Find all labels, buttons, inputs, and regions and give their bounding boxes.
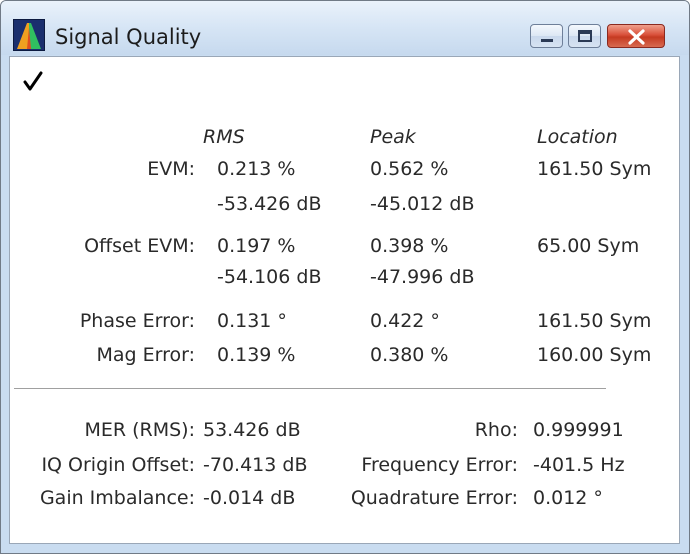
close-button[interactable] <box>607 24 665 48</box>
app-icon <box>12 18 46 52</box>
frequency-error-value: -401.5 Hz <box>533 454 625 476</box>
gain-imbalance-label: Gain Imbalance: <box>39 487 195 509</box>
evm-location: 161.50 Sym <box>537 158 652 180</box>
mag-error-peak: 0.380 % <box>370 344 449 366</box>
mer-label: MER (RMS): <box>84 419 195 441</box>
evm-peak-db: -45.012 dB <box>370 193 475 215</box>
rho-label: Rho: <box>474 419 518 441</box>
evm-label: EVM: <box>147 158 195 180</box>
phase-error-rms: 0.131 ° <box>217 310 287 332</box>
checkmark-icon <box>23 71 43 91</box>
offset-evm-rms-db: -54.106 dB <box>217 266 322 288</box>
iq-origin-offset-value: -70.413 dB <box>203 454 308 476</box>
maximize-icon <box>578 30 592 42</box>
offset-evm-peak-percent: 0.398 % <box>370 235 449 257</box>
header-location: Location <box>537 126 618 148</box>
phase-error-peak: 0.422 ° <box>370 310 440 332</box>
quadrature-error-label: Quadrature Error: <box>350 487 518 509</box>
offset-evm-location: 65.00 Sym <box>537 235 640 257</box>
window-title: Signal Quality <box>55 25 202 49</box>
evm-peak-percent: 0.562 % <box>370 158 449 180</box>
gain-imbalance-value: -0.014 dB <box>203 487 296 509</box>
title-bar[interactable]: Signal Quality <box>1 1 689 55</box>
maximize-button[interactable] <box>568 24 601 48</box>
section-divider <box>14 388 606 389</box>
mag-error-location: 160.00 Sym <box>537 344 652 366</box>
header-peak: Peak <box>370 126 416 148</box>
offset-evm-peak-db: -47.996 dB <box>370 266 475 288</box>
evm-rms-db: -53.426 dB <box>217 193 322 215</box>
header-rms: RMS <box>203 126 245 148</box>
mag-error-label: Mag Error: <box>96 344 195 366</box>
minimize-icon <box>541 39 553 42</box>
mer-value: 53.426 dB <box>203 419 301 441</box>
frequency-error-label: Frequency Error: <box>361 454 518 476</box>
phase-error-location: 161.50 Sym <box>537 310 652 332</box>
offset-evm-label: Offset EVM: <box>84 235 195 257</box>
phase-error-label: Phase Error: <box>79 310 195 332</box>
rho-value: 0.999991 <box>533 419 624 441</box>
mag-error-rms: 0.139 % <box>217 344 296 366</box>
iq-origin-offset-label: IQ Origin Offset: <box>41 454 195 476</box>
evm-rms-percent: 0.213 % <box>217 158 296 180</box>
close-icon <box>628 29 645 45</box>
offset-evm-rms-percent: 0.197 % <box>217 235 296 257</box>
minimize-button[interactable] <box>530 24 563 48</box>
quadrature-error-value: 0.012 ° <box>533 487 603 509</box>
